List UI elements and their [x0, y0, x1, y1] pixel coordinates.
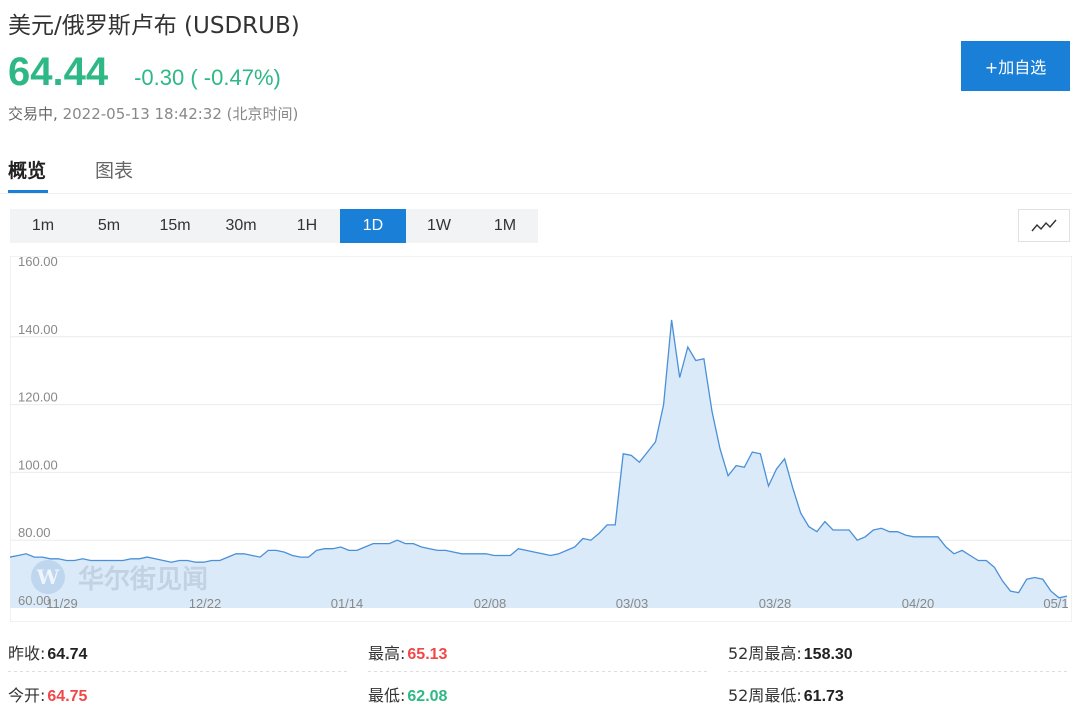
- period-selector: 1m 5m 15m 30m 1H 1D 1W 1M: [10, 209, 538, 243]
- watermark-text: 华尔街见闻: [78, 564, 208, 595]
- status-label: 交易中,: [8, 105, 58, 123]
- x-tick-label: 01/14: [331, 596, 364, 611]
- period-1mo[interactable]: 1M: [472, 209, 538, 243]
- instrument-title: 美元/俄罗斯卢布 (USDRUB): [8, 13, 300, 39]
- stat-value: 64.74: [47, 646, 88, 663]
- x-tick-label: 05/1: [1043, 596, 1068, 611]
- divider: [8, 671, 350, 672]
- stat-open: 今开: 64.75: [8, 682, 87, 706]
- stat-52w-low: 52周最低: 61.73: [728, 682, 844, 706]
- stat-low: 最低: 62.08: [368, 682, 447, 706]
- stat-value: 62.08: [407, 688, 448, 705]
- y-tick-label: 80.00: [18, 525, 51, 540]
- y-tick-label: 120.00: [18, 390, 58, 405]
- svg-text:W: W: [36, 565, 60, 589]
- y-tick-label: 100.00: [18, 457, 58, 472]
- stat-high: 最高: 65.13: [368, 640, 447, 664]
- price-row: 64.44 -0.30 ( -0.47%): [8, 50, 281, 95]
- divider: [728, 671, 1070, 672]
- period-5m[interactable]: 5m: [76, 209, 142, 243]
- x-tick-label: 04/20: [902, 596, 935, 611]
- stat-value: 158.30: [803, 646, 853, 663]
- price-chart: W 华尔街见闻 160.00140.00120.00100.0080.0060.…: [10, 256, 1072, 622]
- y-tick-label: 140.00: [18, 322, 58, 337]
- stat-prev-close: 昨收: 64.74: [8, 640, 87, 664]
- x-tick-label: 11/29: [46, 596, 78, 611]
- stat-label: 昨收:: [8, 644, 46, 663]
- period-30m[interactable]: 30m: [208, 209, 274, 243]
- timestamp: 2022-05-13 18:42:32 (北京时间): [62, 105, 299, 123]
- stat-value: 61.73: [803, 688, 844, 705]
- stat-label: 最低:: [368, 686, 406, 705]
- watermark: W 华尔街见闻: [31, 560, 208, 595]
- period-1h[interactable]: 1H: [274, 209, 340, 243]
- period-15m[interactable]: 15m: [142, 209, 208, 243]
- stat-value: 64.75: [47, 688, 88, 705]
- line-chart-icon: [1031, 219, 1057, 231]
- x-tick-label: 03/28: [759, 596, 792, 611]
- add-to-watchlist-button[interactable]: +加自选: [961, 41, 1070, 91]
- x-tick-label: 12/22: [189, 596, 222, 611]
- trading-status: 交易中, 2022-05-13 18:42:32 (北京时间): [8, 103, 298, 124]
- divider: [368, 671, 710, 672]
- active-tab-indicator: [8, 190, 48, 193]
- tab-overview[interactable]: 概览: [8, 156, 46, 183]
- stat-label: 52周最高:: [728, 644, 802, 663]
- period-1w[interactable]: 1W: [406, 209, 472, 243]
- y-tick-label: 160.00: [18, 256, 58, 269]
- stat-label: 最高:: [368, 644, 406, 663]
- tab-bar: 概览 图表: [0, 150, 1072, 194]
- period-1m[interactable]: 1m: [10, 209, 76, 243]
- current-price: 64.44: [8, 50, 109, 94]
- chart-type-button[interactable]: [1018, 209, 1070, 242]
- stat-52w-high: 52周最高: 158.30: [728, 640, 853, 664]
- price-change: -0.30 ( -0.47%): [134, 65, 281, 90]
- period-1d[interactable]: 1D: [340, 209, 406, 243]
- tab-chart[interactable]: 图表: [95, 156, 133, 183]
- stat-label: 52周最低:: [728, 686, 802, 705]
- stat-label: 今开:: [8, 686, 46, 705]
- x-tick-label: 03/03: [616, 596, 649, 611]
- stat-value: 65.13: [407, 646, 448, 663]
- x-tick-label: 02/08: [474, 596, 507, 611]
